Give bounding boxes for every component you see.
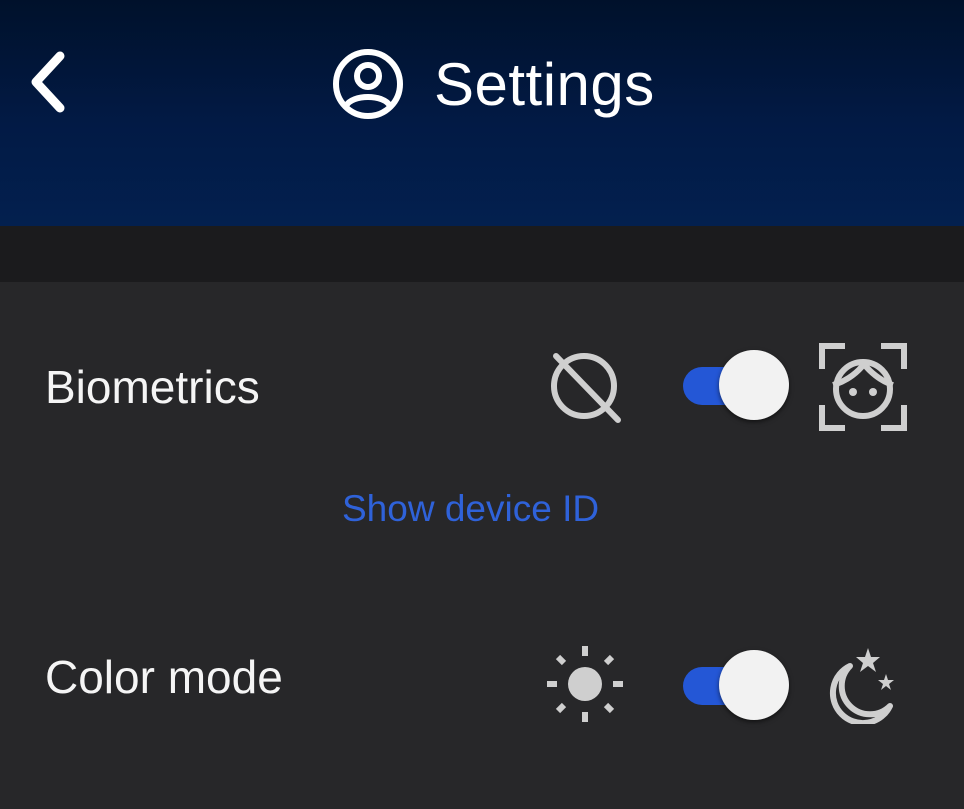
section-divider <box>0 226 964 282</box>
show-device-id-link[interactable]: Show device ID <box>342 488 599 530</box>
moon-stars-icon <box>824 646 900 724</box>
biometrics-off-icon <box>546 346 624 424</box>
header-title-group: Settings <box>330 42 655 126</box>
chevron-left-icon <box>31 51 65 113</box>
page-title: Settings <box>434 50 655 118</box>
app-header: Settings <box>0 0 964 226</box>
biometrics-toggle-knob <box>719 350 789 420</box>
color-mode-toggle-knob <box>719 650 789 720</box>
account-circle-icon <box>330 46 406 122</box>
back-button[interactable] <box>18 46 78 118</box>
face-scan-icon <box>818 342 908 432</box>
sun-icon <box>545 644 625 724</box>
biometrics-label: Biometrics <box>45 361 260 413</box>
color-mode-toggle[interactable] <box>681 650 793 722</box>
color-mode-label: Color mode <box>45 651 283 703</box>
biometrics-toggle[interactable] <box>681 350 793 422</box>
